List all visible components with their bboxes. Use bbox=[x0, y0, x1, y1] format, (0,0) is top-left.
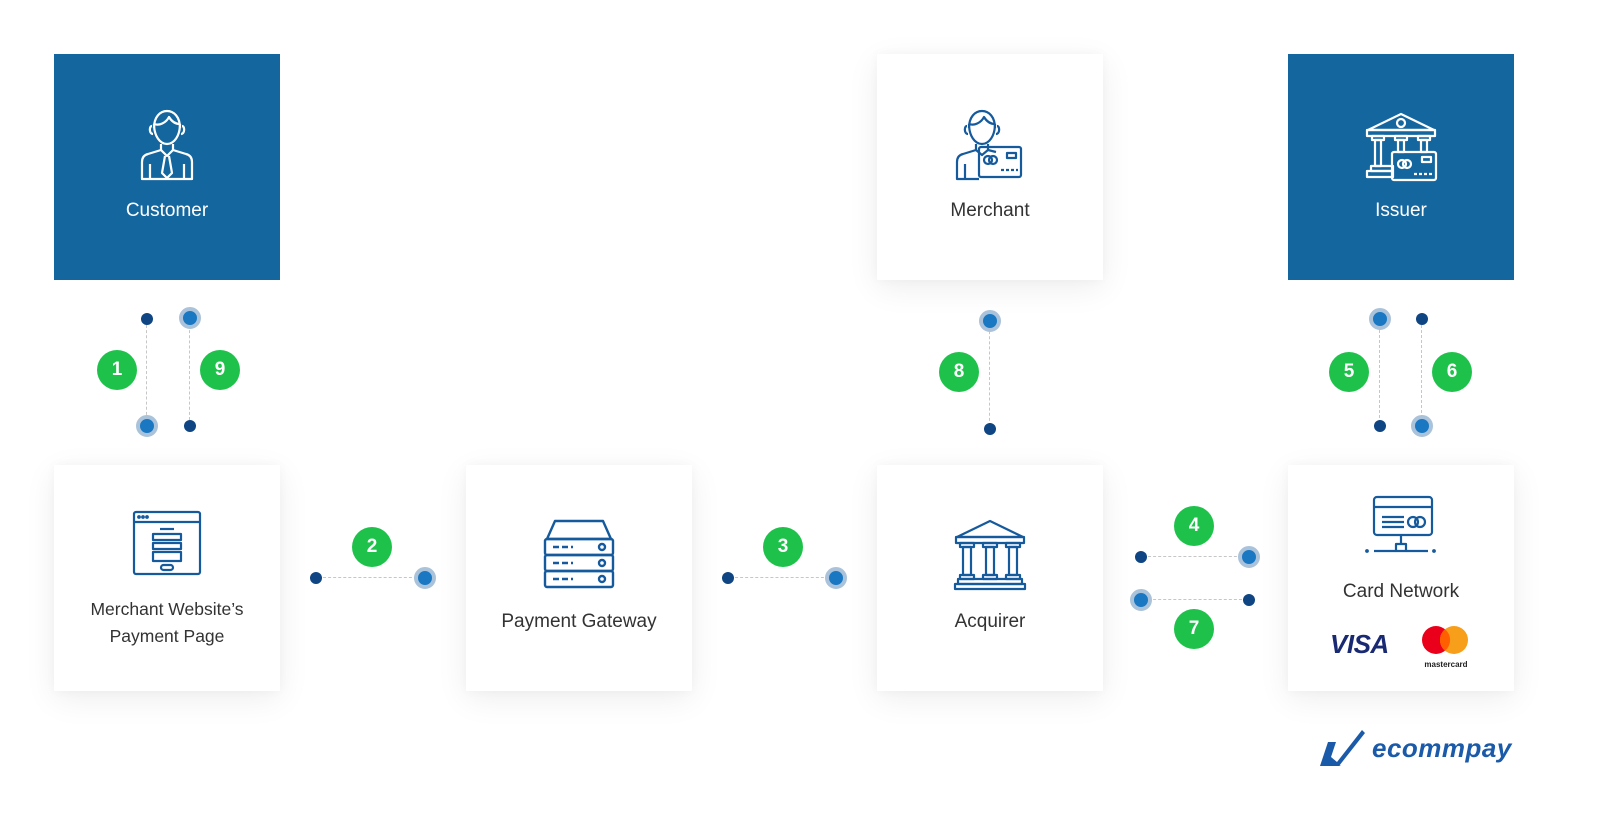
connector-line-2 bbox=[318, 577, 422, 578]
connector-end-dot bbox=[136, 415, 158, 437]
payment-gateway-node: Payment Gateway bbox=[466, 465, 692, 691]
payment-page-label-line1: Merchant Website’s bbox=[90, 599, 244, 619]
connector-end-dot bbox=[179, 307, 201, 329]
connector-line-6 bbox=[1421, 325, 1422, 423]
connector-start-dot bbox=[722, 572, 734, 584]
merchant-label: Merchant bbox=[950, 200, 1030, 221]
step-badge-5: 5 bbox=[1329, 352, 1369, 392]
mastercard-circles-icon bbox=[1422, 626, 1468, 654]
connector-line-8 bbox=[989, 326, 990, 426]
connector-line-1 bbox=[146, 325, 147, 420]
connector-end-dot bbox=[1238, 546, 1260, 568]
step-badge-7: 7 bbox=[1174, 609, 1214, 649]
customer-node: Customer bbox=[54, 54, 280, 280]
step-badge-6: 6 bbox=[1432, 352, 1472, 392]
customer-label: Customer bbox=[125, 200, 209, 221]
step-badge-1: 1 bbox=[97, 350, 137, 390]
mastercard-wordmark: mastercard bbox=[1424, 660, 1468, 669]
connector-line-5 bbox=[1379, 325, 1380, 423]
visa-logo: VISA bbox=[1330, 629, 1389, 659]
connector-start-dot bbox=[1374, 420, 1386, 432]
payment-page-label: Merchant Website’s Payment Page bbox=[54, 596, 280, 650]
connector-start-dot bbox=[310, 572, 322, 584]
connector-end-dot bbox=[979, 310, 1001, 332]
card-network-label: Card Network bbox=[1342, 581, 1460, 602]
card-network-node: Card Network VISA mastercard bbox=[1288, 465, 1514, 691]
connector-end-dot bbox=[1130, 589, 1152, 611]
issuer-node: Issuer bbox=[1288, 54, 1514, 280]
connector-start-dot bbox=[184, 420, 196, 432]
step-badge-8: 8 bbox=[939, 352, 979, 392]
bank-card-icon bbox=[1288, 110, 1514, 182]
connector-line-9 bbox=[189, 325, 190, 420]
server-stack-icon bbox=[466, 519, 692, 591]
merchant-node: Merchant bbox=[877, 54, 1103, 280]
mastercard-logo: mastercard bbox=[1418, 625, 1474, 669]
step-badge-3: 3 bbox=[763, 527, 803, 567]
payment-gateway-label: Payment Gateway bbox=[501, 611, 657, 632]
issuer-label: Issuer bbox=[1375, 200, 1427, 221]
connector-start-dot bbox=[141, 313, 153, 325]
connector-line-7 bbox=[1143, 599, 1247, 600]
payment-page-node: Merchant Website’s Payment Page bbox=[54, 465, 280, 691]
bank-icon bbox=[877, 519, 1103, 591]
connector-end-dot bbox=[1369, 308, 1391, 330]
card-network-icon bbox=[1288, 495, 1514, 559]
web-form-icon bbox=[54, 510, 280, 576]
connector-start-dot bbox=[1416, 313, 1428, 325]
acquirer-node: Acquirer bbox=[877, 465, 1103, 691]
step-badge-4: 4 bbox=[1174, 506, 1214, 546]
connector-start-dot bbox=[984, 423, 996, 435]
connector-start-dot bbox=[1243, 594, 1255, 606]
payment-page-label-line2: Payment Page bbox=[109, 626, 225, 646]
connector-end-dot bbox=[414, 567, 436, 589]
person-card-icon bbox=[877, 106, 1103, 182]
checkmark-logo-icon bbox=[1320, 730, 1365, 766]
acquirer-label: Acquirer bbox=[954, 611, 1026, 632]
connector-end-dot bbox=[825, 567, 847, 589]
step-badge-2: 2 bbox=[352, 527, 392, 567]
ecommpay-wordmark: ecommpay bbox=[1372, 732, 1512, 763]
connector-line-3 bbox=[730, 577, 834, 578]
connector-end-dot bbox=[1411, 415, 1433, 437]
step-badge-9: 9 bbox=[200, 350, 240, 390]
person-tie-icon bbox=[54, 106, 280, 182]
connector-start-dot bbox=[1135, 551, 1147, 563]
ecommpay-logo: ecommpay bbox=[1318, 728, 1512, 768]
connector-line-4 bbox=[1143, 556, 1247, 557]
